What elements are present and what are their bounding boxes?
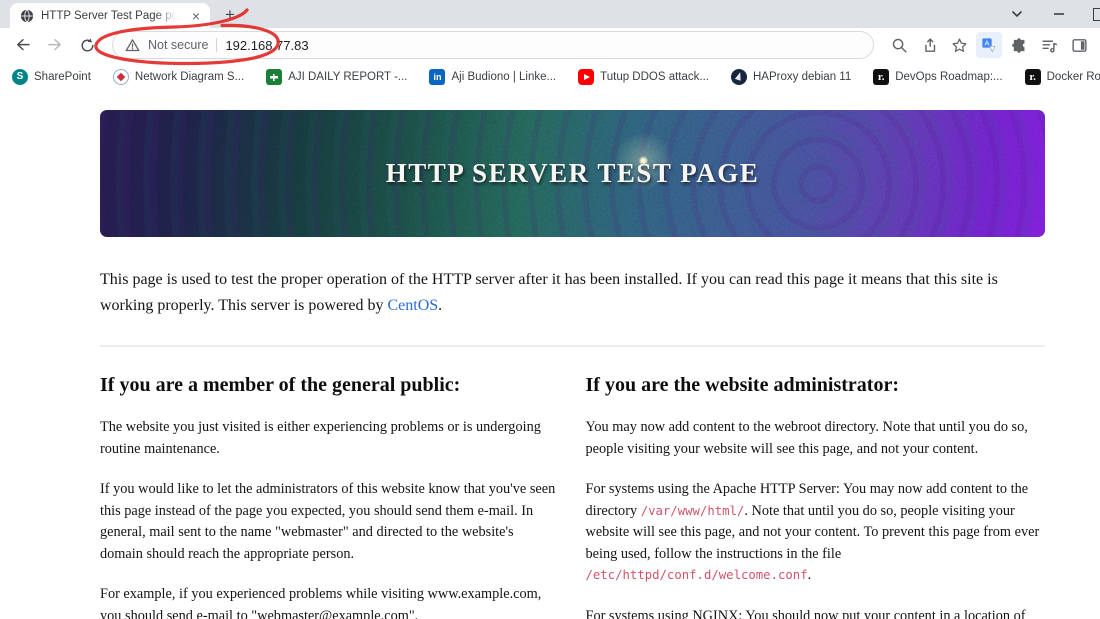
side-panel-icon[interactable] (1066, 32, 1092, 58)
bookmark-star-icon[interactable] (946, 32, 972, 58)
forward-button[interactable] (42, 32, 68, 58)
intro-text: This page is used to test the proper ope… (100, 271, 998, 314)
search-icon[interactable] (886, 32, 912, 58)
maximize-button[interactable] (1093, 7, 1100, 21)
url-text: 192.168.77.83 (225, 37, 309, 53)
bookmark-haproxy[interactable]: HAProxy debian 11 (731, 69, 851, 85)
webroot-path-code: /var/www/html/ (640, 503, 745, 518)
roadmap-icon: r. (1024, 69, 1041, 85)
bookmark-label: Docker Roadmap -... (1046, 71, 1100, 83)
address-bar[interactable]: Not secure 192.168.77.83 (112, 31, 874, 59)
general-public-column: If you are a member of the general publi… (100, 347, 560, 619)
admin-paragraph-2: For systems using the Apache HTTP Server… (586, 479, 1046, 587)
page-content: HTTP SERVER TEST PAGE This page is used … (0, 92, 1100, 619)
google-sheets-icon (266, 69, 283, 85)
reload-button[interactable] (74, 32, 100, 58)
back-button[interactable] (10, 32, 36, 58)
bookmark-youtube-ddos[interactable]: Tutup DDOS attack... (578, 69, 709, 85)
administrator-column: If you are the website administrator: Yo… (586, 347, 1046, 619)
network-diagram-icon (112, 69, 129, 85)
haproxy-icon (731, 69, 747, 85)
browser-window: HTTP Server Test Page powered × + (0, 0, 1100, 619)
tab-close-icon[interactable]: × (188, 8, 204, 24)
bookmark-label: HAProxy debian 11 (753, 71, 852, 83)
test-page-banner: HTTP SERVER TEST PAGE (100, 110, 1045, 237)
bookmarks-bar: S SharePoint Network Diagram S... AJI DA… (0, 62, 1100, 92)
roadmap-icon: r. (873, 69, 890, 85)
bookmark-label: Network Diagram S... (134, 71, 245, 83)
bookmark-linkedin[interactable]: in Aji Budiono | Linke... (429, 69, 556, 85)
public-paragraph-1: The website you just visited is either e… (100, 419, 541, 457)
bookmark-network-diagram[interactable]: Network Diagram S... (112, 69, 245, 85)
youtube-icon (578, 69, 595, 85)
browser-tab[interactable]: HTTP Server Test Page powered × (10, 3, 210, 28)
new-tab-button[interactable]: + (218, 3, 242, 27)
not-secure-warning-icon (125, 38, 140, 51)
bookmark-label: Tutup DDOS attack... (600, 71, 709, 83)
bookmark-aji-daily-report[interactable]: AJI DAILY REPORT -... (266, 69, 407, 85)
bookmark-devops-roadmap[interactable]: r. DevOps Roadmap:... (873, 69, 1003, 85)
linkedin-icon: in (429, 69, 446, 85)
public-paragraph-3: For example, if you experienced problems… (100, 586, 542, 619)
browser-toolbar: Not secure 192.168.77.83 A (0, 28, 1100, 62)
welcome-conf-code: /etc/httpd/conf.d/welcome.conf (585, 568, 808, 582)
tab-title: HTTP Server Test Page powered (41, 9, 181, 22)
tab-search-chevron-icon[interactable] (1009, 6, 1025, 22)
toolbar-right-icons: A (886, 32, 1092, 58)
general-public-heading: If you are a member of the general publi… (100, 374, 461, 396)
svg-text:A: A (985, 39, 990, 48)
intro-text-end: . (438, 297, 443, 314)
two-column-section: If you are a member of the general publi… (100, 347, 1045, 619)
bookmark-sharepoint[interactable]: S SharePoint (12, 69, 91, 85)
administrator-heading: If you are the website administrator: (585, 374, 899, 396)
centos-link[interactable]: CentOS (388, 297, 439, 314)
bookmark-label: AJI DAILY REPORT -... (288, 71, 408, 83)
sharepoint-icon: S (12, 69, 28, 85)
tab-strip: HTTP Server Test Page powered × + (0, 0, 1100, 28)
admin-paragraph-1: You may now add content to the webroot d… (585, 419, 1028, 457)
public-paragraph-2: If you would like to let the administrat… (100, 481, 556, 562)
bookmark-label: SharePoint (34, 71, 91, 83)
media-controls-icon[interactable] (1036, 32, 1062, 58)
page-title: HTTP SERVER TEST PAGE (385, 158, 760, 188)
globe-favicon (20, 9, 34, 22)
window-controls (1009, 0, 1100, 28)
omnibox-divider (216, 38, 218, 52)
security-label: Not secure (148, 38, 209, 52)
extensions-puzzle-icon[interactable] (1006, 32, 1032, 58)
minimize-button[interactable] (1051, 6, 1067, 22)
admin-paragraph-3: For systems using NGINX: You should now … (586, 606, 1046, 619)
bookmark-label: DevOps Roadmap:... (895, 71, 1003, 83)
share-icon[interactable] (916, 32, 942, 58)
translate-extension-icon[interactable]: A (976, 32, 1002, 58)
bookmark-label: Aji Budiono | Linke... (451, 71, 557, 83)
nginx-text: For systems using NGINX: You should now … (585, 607, 1026, 619)
intro-paragraph: This page is used to test the proper ope… (100, 267, 1045, 319)
apache-text-3: . (807, 567, 812, 583)
bookmark-docker-roadmap[interactable]: r. Docker Roadmap -... (1024, 69, 1100, 85)
